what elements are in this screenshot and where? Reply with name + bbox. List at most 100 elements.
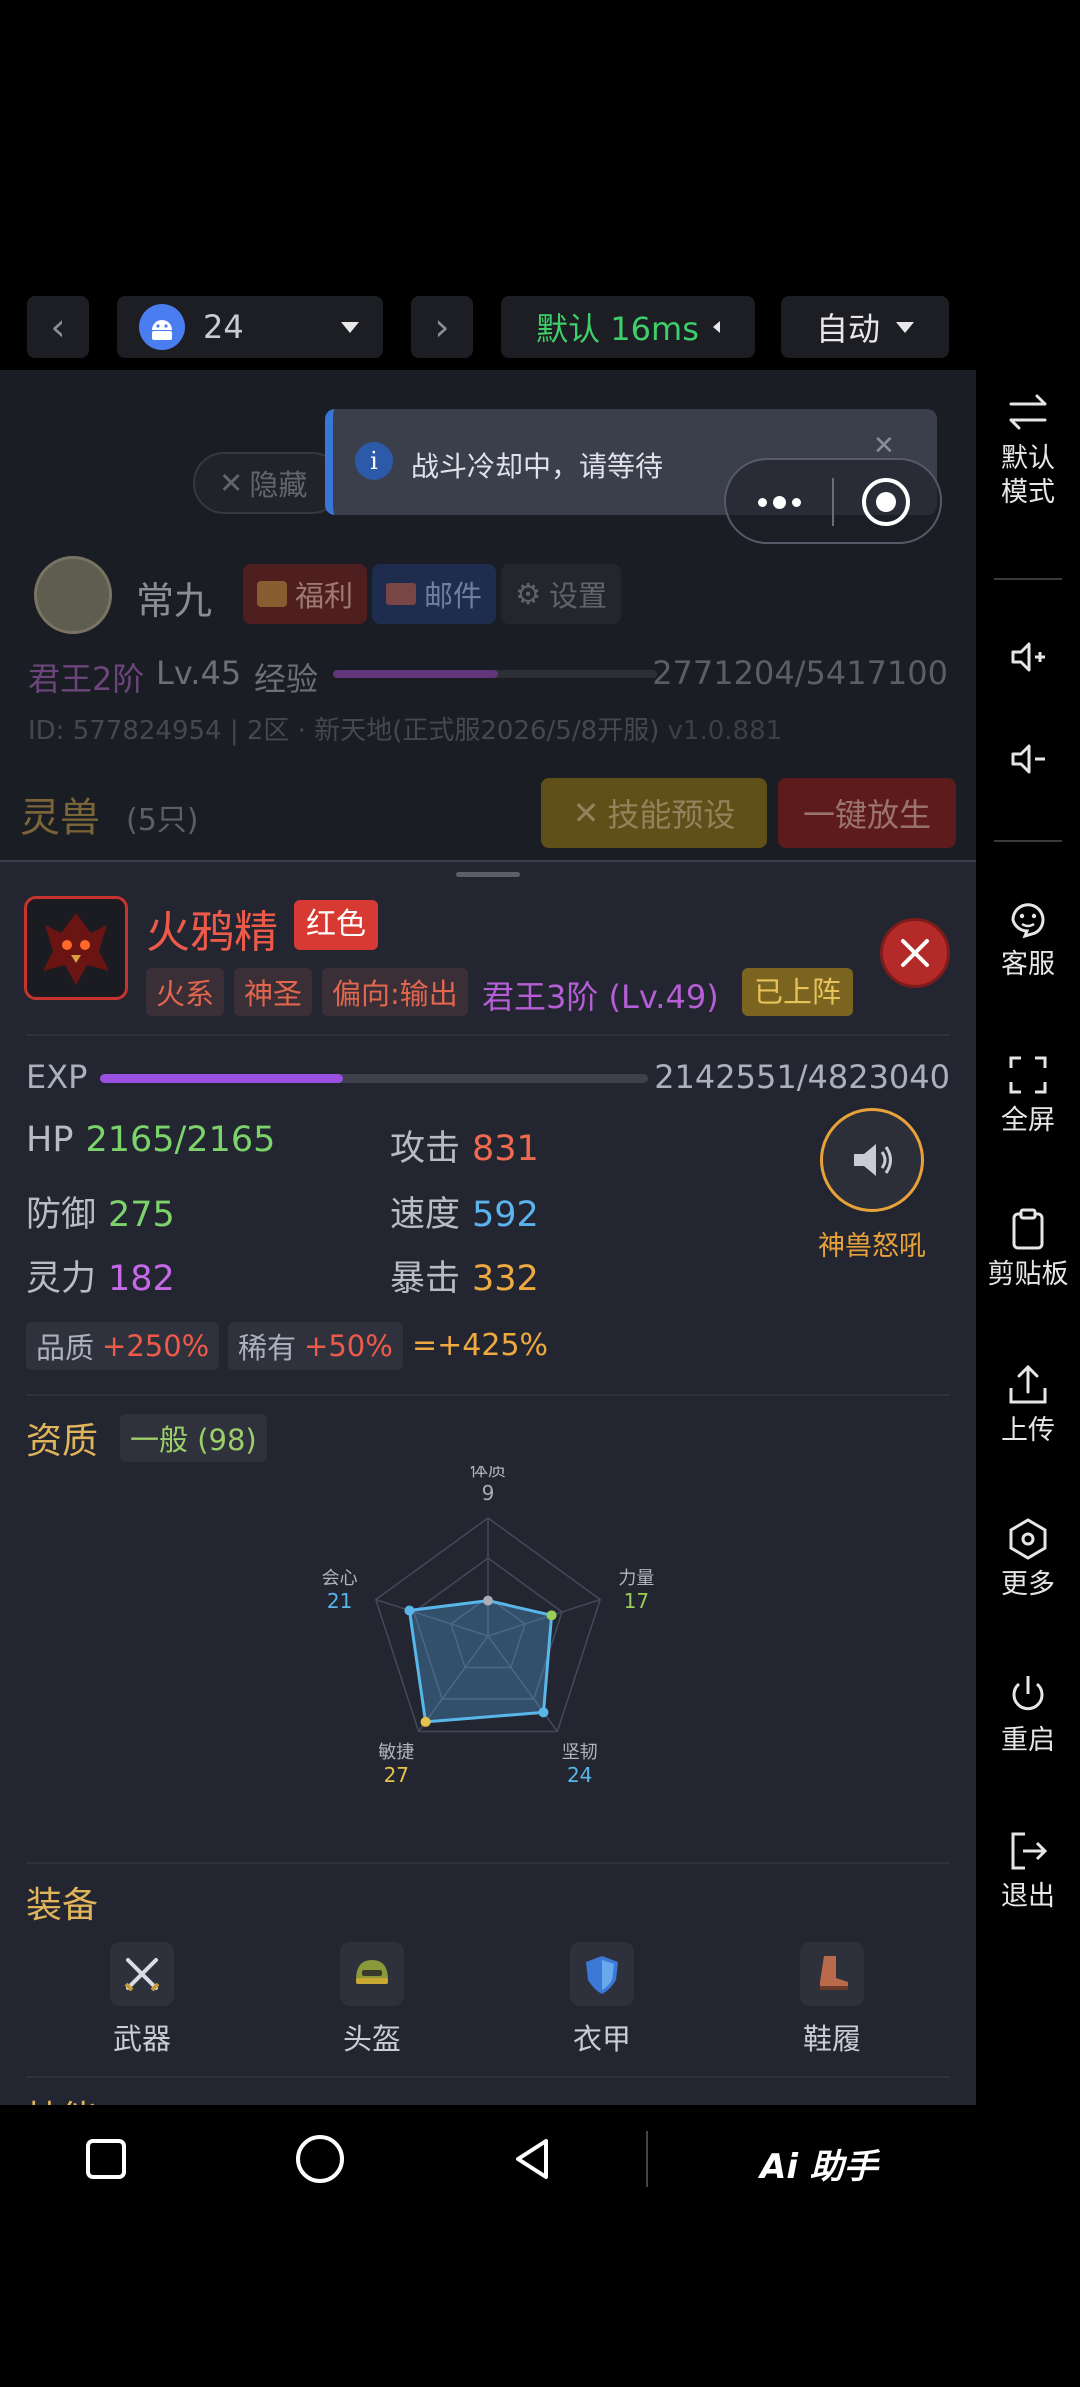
device-number: 24	[203, 308, 244, 346]
player-exp-value: 2771204/5417100	[652, 654, 948, 692]
customer-service-button[interactable]: 客服	[976, 896, 1080, 982]
speaker-icon	[854, 1144, 892, 1176]
pet-name: 火鸦精	[146, 907, 278, 958]
equip-label: 鞋履	[802, 2022, 861, 2056]
sidebar-label: 客服	[1001, 949, 1055, 980]
equip-slot-helmet[interactable]: 头盔	[292, 1942, 452, 2058]
capsule-close-button[interactable]	[862, 478, 910, 526]
crit-stat: 暴击 332	[390, 1259, 539, 1299]
drag-handle[interactable]	[456, 872, 520, 877]
divider	[26, 1034, 950, 1036]
home-button[interactable]	[296, 2135, 344, 2183]
pet-avatar	[24, 896, 128, 1000]
equip-slot-weapon[interactable]: 武器	[62, 1942, 222, 2058]
rank-level: 君王3阶 (Lv.49)	[482, 978, 719, 1016]
radar-point	[420, 1716, 431, 1727]
more-button[interactable]: 更多	[976, 1516, 1080, 1602]
radar-label: 坚韧	[562, 1742, 598, 1763]
volume-down-icon	[1011, 744, 1045, 774]
equip-label: 头盔	[342, 2022, 401, 2056]
fullscreen-button[interactable]: 全屏	[976, 1052, 1080, 1138]
quality-badge: 红色	[294, 900, 378, 950]
capsule-divider	[832, 478, 834, 526]
attack-stat: 攻击 831	[390, 1129, 539, 1169]
sidebar-label: 退出	[1001, 1881, 1055, 1912]
default-mode-button[interactable]: 默认 模式	[976, 390, 1080, 510]
aptitude-radar-chart: 体质9 力量17 坚韧24 敏捷27 会心21	[322, 1466, 655, 1787]
roar-skill-button[interactable]	[820, 1108, 924, 1212]
close-button[interactable]	[880, 918, 950, 988]
element-tag: 火系	[146, 968, 225, 1016]
speed-stat: 速度 592	[390, 1195, 539, 1235]
radar-value: 27	[384, 1763, 409, 1787]
shield-icon	[586, 1956, 618, 1994]
avatar[interactable]	[34, 556, 112, 634]
player-name: 常九	[136, 579, 213, 623]
mode-label: 自动	[815, 310, 880, 348]
mail-button[interactable]: 邮件	[372, 564, 497, 624]
toast-close-icon[interactable]: ✕	[873, 431, 895, 461]
player-id-line: ID: 577824954 | 2区 · 新天地(正式服2026/5/8开服) …	[28, 716, 783, 746]
helmet-icon	[356, 1960, 388, 1984]
fire-crow-icon	[43, 913, 109, 985]
skill-preset-button[interactable]: ✕ 技能预设	[541, 778, 767, 848]
volume-down-button[interactable]	[976, 736, 1080, 788]
device-selector[interactable]: 24	[117, 296, 383, 358]
rare-bonus-tag: 稀有 +50%	[228, 1322, 403, 1370]
pets-count: (5只)	[126, 803, 199, 838]
mail-label: 邮件	[424, 579, 483, 613]
gear-icon: ⚙	[515, 577, 541, 611]
volume-up-button[interactable]	[976, 634, 1080, 686]
equip-slot-armor[interactable]: 衣甲	[522, 1942, 682, 2058]
exit-icon	[1011, 1832, 1048, 1870]
clipboard-icon	[1012, 1208, 1044, 1250]
close-icon	[901, 939, 929, 967]
upload-button[interactable]: 上传	[976, 1362, 1080, 1448]
navigation-bar: Ai 助手	[0, 2105, 1080, 2211]
clipboard-button[interactable]: 剪贴板	[976, 1206, 1080, 1292]
exp-bar	[100, 1074, 648, 1083]
chevron-right-icon: ›	[434, 305, 450, 349]
ai-assistant-button[interactable]: Ai 助手	[760, 2139, 878, 2188]
fullscreen-icon	[1009, 1056, 1047, 1094]
exit-button[interactable]: 退出	[976, 1828, 1080, 1914]
latency-selector[interactable]: 默认 16ms	[501, 296, 755, 358]
spirit-stat: 灵力 182	[26, 1259, 175, 1299]
game-view: ✕ 隐藏 常九 福利 邮件 ⚙ 设置 君王2阶 Lv.45 经验 2771204/…	[0, 370, 976, 2105]
miniprogram-capsule	[724, 458, 942, 544]
recent-apps-button[interactable]	[86, 2139, 126, 2179]
mode-selector[interactable]: 自动	[781, 296, 949, 358]
release-all-button[interactable]: 一键放生	[778, 778, 956, 848]
radar-point	[483, 1595, 493, 1606]
player-exp-fill	[333, 670, 499, 678]
sidebar-divider	[994, 578, 1062, 580]
radar-label: 体质	[470, 1466, 506, 1481]
restart-button[interactable]: 重启	[976, 1672, 1080, 1758]
forward-button[interactable]: ›	[411, 296, 473, 358]
swap-icon	[1009, 394, 1047, 430]
player-exp-label: 经验	[254, 660, 319, 698]
bias-tag: 偏向:输出	[322, 968, 468, 1016]
welfare-button[interactable]: 福利	[243, 564, 368, 624]
radar-point	[404, 1605, 415, 1616]
exp-fill	[100, 1074, 344, 1083]
sidebar-label: 剪贴板	[987, 1259, 1069, 1290]
skill-preset-label: 技能预设	[607, 796, 736, 834]
radar-value: 24	[567, 1763, 592, 1787]
back-button[interactable]: ‹	[27, 296, 89, 358]
radar-point	[538, 1707, 549, 1718]
chevron-left-icon: ‹	[50, 305, 66, 349]
more-icon	[1009, 1518, 1047, 1560]
mail-icon	[386, 583, 416, 605]
hide-button[interactable]: ✕ 隐藏	[193, 452, 343, 514]
latency-label: 默认 16ms	[536, 310, 699, 348]
more-options-button[interactable]	[744, 482, 814, 522]
back-nav-button[interactable]	[510, 2135, 558, 2187]
equip-slot-boots[interactable]: 鞋履	[752, 1942, 912, 2058]
settings-button[interactable]: ⚙ 设置	[501, 564, 622, 624]
deployed-badge: 已上阵	[742, 968, 854, 1016]
upload-icon	[1009, 1364, 1047, 1404]
android-icon	[139, 304, 185, 350]
aptitude-title: 资质	[26, 1421, 99, 1462]
welfare-label: 福利	[295, 579, 354, 613]
